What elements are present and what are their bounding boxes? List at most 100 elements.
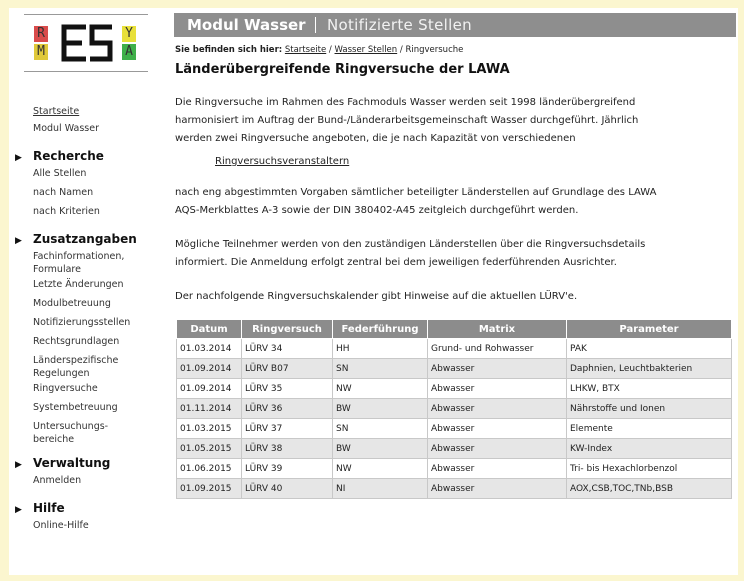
sidebar-section-title: Zusatzangaben bbox=[33, 232, 137, 246]
text-line: harmonisiert im Auftrag der Bund-/Länder… bbox=[175, 115, 639, 126]
sidebar-item[interactable]: Systembetreuung bbox=[33, 401, 118, 414]
table-cell: BW bbox=[332, 438, 428, 459]
table-cell: Abwasser bbox=[427, 398, 567, 419]
table-row: 01.06.2015 LÜRV 39 NW Abwasser Tri- bis Hexa… bbox=[176, 458, 732, 479]
sidebar-section-recherche[interactable]: ▶ Recherche bbox=[15, 149, 104, 163]
table-cell: Daphnien, Leuchtbakterien bbox=[566, 358, 732, 379]
table-cell: LÜRV 38 bbox=[241, 438, 333, 459]
table-cell: LÜRV 34 bbox=[241, 338, 333, 359]
text-line: informiert. Die Anmeldung erfolgt zentra… bbox=[175, 257, 617, 268]
sidebar-item[interactable]: Ringversuche bbox=[33, 382, 98, 395]
sidebar-item[interactable]: Modulbetreuung bbox=[33, 297, 111, 310]
column-header-ringversuch[interactable]: Ringversuch bbox=[241, 319, 333, 339]
table-cell: 01.05.2015 bbox=[176, 438, 242, 459]
sidebar-section-title: Recherche bbox=[33, 149, 104, 163]
logo-letter-a: A bbox=[122, 44, 136, 60]
text-line: AQS-Merkblattes A-3 sowie der DIN 380402… bbox=[175, 205, 579, 216]
table-cell: 01.03.2015 bbox=[176, 418, 242, 439]
page-title: Länderübergreifende Ringversuche der LAW… bbox=[175, 62, 510, 77]
breadcrumb-link-startseite[interactable]: Startseite bbox=[285, 45, 326, 55]
page-frame: R Y M A Startseite Modul Wasser ▶ Recherche… bbox=[9, 8, 738, 575]
table-cell: AOX,CSB,TOC,TNb,BSB bbox=[566, 478, 732, 499]
table-row: 01.03.2015 LÜRV 37 SN Abwasser Elemente bbox=[176, 418, 732, 439]
sidebar-item[interactable]: Alle Stellen bbox=[33, 167, 86, 180]
breadcrumb-current: Ringversuche bbox=[405, 45, 464, 55]
table-cell: LÜRV 37 bbox=[241, 418, 333, 439]
calendar-intro: Der nachfolgende Ringversuchskalender gi… bbox=[175, 288, 731, 306]
table-row: 01.05.2015 LÜRV 38 BW Abwasser KW-Index bbox=[176, 438, 732, 459]
breadcrumb-separator: / bbox=[326, 45, 335, 55]
logo-letter-m: M bbox=[34, 44, 48, 60]
text-line: nach eng abgestimmten Vorgaben sämtliche… bbox=[175, 187, 657, 198]
ringversuchsveranstaltern-link[interactable]: Ringversuchsveranstaltern bbox=[215, 156, 349, 167]
table-cell: 01.11.2014 bbox=[176, 398, 242, 419]
table-cell: KW-Index bbox=[566, 438, 732, 459]
sidebar-section-hilfe[interactable]: ▶ Hilfe bbox=[15, 501, 65, 515]
sidebar-item[interactable]: Rechtsgrundlagen bbox=[33, 335, 119, 348]
text-line: Mögliche Teilnehmer werden von den zustä… bbox=[175, 239, 646, 250]
triangle-right-icon: ▶ bbox=[15, 460, 22, 470]
table-cell: HH bbox=[332, 338, 428, 359]
table-cell: Nährstoffe und Ionen bbox=[566, 398, 732, 419]
resya-logo[interactable]: R Y M A bbox=[24, 14, 148, 72]
sidebar-section-zusatzangaben[interactable]: ▶ Zusatzangaben bbox=[15, 232, 137, 246]
column-header-federfuehrung[interactable]: Federführung bbox=[332, 319, 428, 339]
table-row: 01.11.2014 LÜRV 36 BW Abwasser Nährstoffe un… bbox=[176, 398, 732, 419]
sidebar-item[interactable]: nach Kriterien bbox=[33, 205, 100, 218]
sidebar-item[interactable]: Notifizierungsstellen bbox=[33, 316, 130, 329]
sidebar-item[interactable]: Untersuchungs- bereiche bbox=[33, 420, 108, 446]
table-cell: Abwasser bbox=[427, 418, 567, 439]
sidebar-item[interactable]: Fachinformationen, Formulare bbox=[33, 250, 124, 276]
procedure-paragraph: nach eng abgestimmten Vorgaben sämtliche… bbox=[175, 184, 731, 220]
sidebar-item[interactable]: Online-Hilfe bbox=[33, 519, 89, 532]
triangle-right-icon: ▶ bbox=[15, 236, 22, 246]
sidebar-item[interactable]: nach Namen bbox=[33, 186, 93, 199]
logo-es-mark bbox=[61, 24, 113, 62]
sidebar-section-verwaltung[interactable]: ▶ Verwaltung bbox=[15, 456, 110, 470]
triangle-right-icon: ▶ bbox=[15, 505, 22, 515]
table-cell: Abwasser bbox=[427, 478, 567, 499]
triangle-right-icon: ▶ bbox=[15, 153, 22, 163]
table-cell: Abwasser bbox=[427, 458, 567, 479]
table-cell: NW bbox=[332, 458, 428, 479]
logo-letter-r: R bbox=[34, 26, 48, 42]
sidebar-link-startseite[interactable]: Startseite bbox=[33, 106, 79, 117]
table-row: 01.09.2015 LÜRV 40 NI Abwasser AOX,CSB,TOC,T… bbox=[176, 478, 732, 499]
main-content: Modul Wasser Notifizierte Stellen Sie be… bbox=[172, 8, 738, 575]
sidebar-item[interactable]: Anmelden bbox=[33, 474, 81, 487]
table-cell: 01.09.2015 bbox=[176, 478, 242, 499]
ringversuch-table: Datum Ringversuch Federführung Matrix Pa… bbox=[176, 319, 732, 499]
participants-paragraph: Mögliche Teilnehmer werden von den zustä… bbox=[175, 236, 731, 272]
module-subtitle: Notifizierte Stellen bbox=[327, 16, 472, 34]
table-cell: SN bbox=[332, 418, 428, 439]
table-cell: NI bbox=[332, 478, 428, 499]
sidebar-item[interactable]: Letzte Änderungen bbox=[33, 278, 124, 291]
table-body: 01.03.2014 LÜRV 34 HH Grund- und Rohwasser P… bbox=[176, 338, 732, 499]
table-cell: LHKW, BTX bbox=[566, 378, 732, 399]
table-cell: Elemente bbox=[566, 418, 732, 439]
table-cell: Abwasser bbox=[427, 438, 567, 459]
breadcrumb-prefix: Sie befinden sich hier: bbox=[175, 45, 283, 55]
sidebar-section-title: Hilfe bbox=[33, 501, 65, 515]
table-cell: Grund- und Rohwasser bbox=[427, 338, 567, 359]
table-cell: LÜRV B07 bbox=[241, 358, 333, 379]
column-header-parameter[interactable]: Parameter bbox=[566, 319, 732, 339]
sidebar-section-title: Verwaltung bbox=[33, 456, 111, 470]
table-row: 01.03.2014 LÜRV 34 HH Grund- und Rohwasser P… bbox=[176, 338, 732, 359]
table-cell: BW bbox=[332, 398, 428, 419]
column-header-datum[interactable]: Datum bbox=[176, 319, 242, 339]
breadcrumb-link-wasser-stellen[interactable]: Wasser Stellen bbox=[335, 45, 398, 55]
sidebar-item[interactable]: Länderspezifische Regelungen bbox=[33, 354, 118, 380]
column-header-matrix[interactable]: Matrix bbox=[427, 319, 567, 339]
text-line: Der nachfolgende Ringversuchskalender gi… bbox=[175, 291, 578, 302]
table-cell: 01.06.2015 bbox=[176, 458, 242, 479]
module-header: Modul Wasser Notifizierte Stellen bbox=[174, 13, 736, 37]
table-cell: Abwasser bbox=[427, 358, 567, 379]
sidebar-link-modul-wasser[interactable]: Modul Wasser bbox=[33, 123, 99, 134]
table-cell: LÜRV 40 bbox=[241, 478, 333, 499]
header-divider bbox=[315, 17, 316, 33]
module-title: Modul Wasser bbox=[187, 16, 306, 34]
sidebar: R Y M A Startseite Modul Wasser ▶ Recherche… bbox=[9, 8, 172, 575]
breadcrumb: Sie befinden sich hier: Startseite / Was… bbox=[175, 45, 463, 55]
table-header-row: Datum Ringversuch Federführung Matrix Pa… bbox=[176, 319, 732, 339]
